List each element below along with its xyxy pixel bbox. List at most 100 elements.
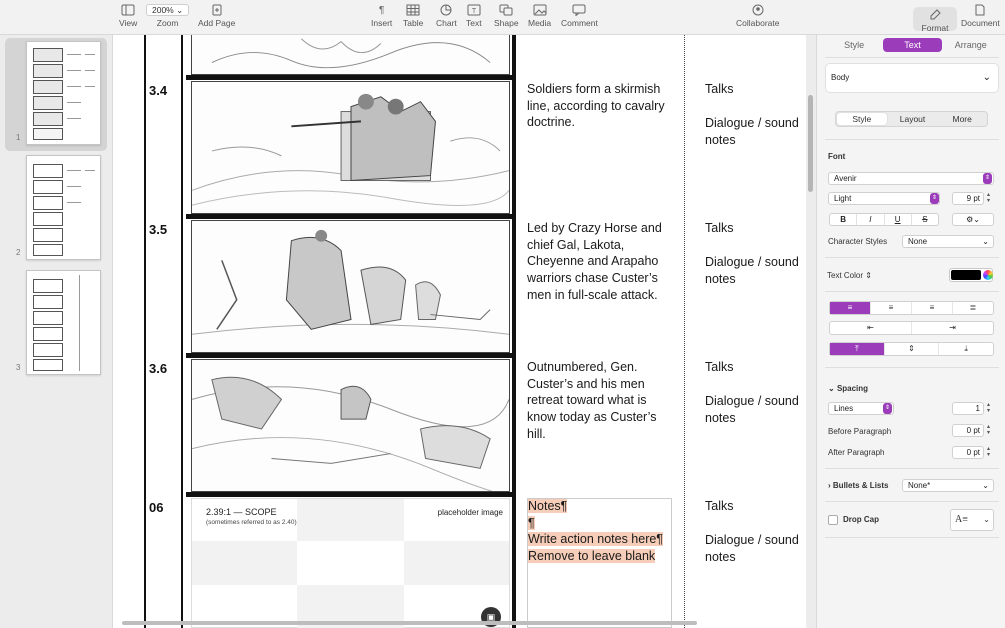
talks-label[interactable]: Talks [705,498,733,515]
chart-icon [439,4,453,16]
align-justify-icon[interactable]: ≣ [953,302,993,314]
chevron-down-icon: ⌄ [983,515,990,524]
dialogue-notes[interactable]: Dialogue / sound notes [705,532,815,565]
media-button[interactable]: Media [528,4,551,28]
align-top-icon[interactable]: ⤒ [830,343,885,355]
font-size-field[interactable]: 9 pt [952,192,984,205]
page-thumbnail-2[interactable] [26,155,101,260]
page-thumbnail-3[interactable] [26,270,101,375]
align-middle-icon[interactable]: ⇕ [885,343,940,355]
indent-controls: ⇤ ⇥ [829,321,994,335]
subtab-more[interactable]: More [937,112,987,126]
format-inspector: Style Text Arrange Body ⌄ Style Layout M… [816,35,1005,628]
bold-button[interactable]: B [830,214,858,225]
dialogue-notes[interactable]: Dialogue / sound notes [705,393,815,426]
character-styles-select[interactable]: None ⌄ [902,235,994,248]
document-button[interactable]: Document [961,4,1000,28]
zoom-value[interactable]: 200% ⌄ [146,4,190,16]
dialogue-notes[interactable]: Dialogue / sound notes [705,115,815,148]
font-heading: Font [828,152,846,161]
before-paragraph-stepper[interactable]: ▴ ▾ [985,424,992,437]
page-number-3: 3 [16,363,21,372]
subtab-layout[interactable]: Layout [888,112,938,126]
notes-text[interactable]: Notes¶ ¶ Write action notes here¶ Remove… [528,498,664,565]
shape-button[interactable]: Shape [494,4,519,28]
text-button[interactable]: T Text [466,4,482,28]
text-box-icon: T [467,4,481,16]
text-options-button[interactable]: ⚙⌄ [952,213,994,226]
decrease-indent-icon[interactable]: ⇤ [830,322,912,334]
vertical-scrollbar[interactable] [808,95,813,192]
frame-separator [186,214,514,219]
table-button[interactable]: Table [403,4,423,28]
strikethrough-button[interactable]: S [912,214,938,225]
updown-chevron-icon[interactable]: ⇕ [983,173,992,184]
color-wheel-icon[interactable] [983,270,993,280]
view-button[interactable]: View [119,4,137,28]
increase-indent-icon[interactable]: ⇥ [912,322,993,334]
notes-line-2: ¶ [528,515,535,530]
after-paragraph-stepper[interactable]: ▴ ▾ [985,446,992,459]
italic-button[interactable]: I [857,214,885,225]
insert-button[interactable]: ¶ Insert [371,4,392,29]
tab-text[interactable]: Text [883,38,942,52]
align-right-icon[interactable]: ≡ [912,302,953,314]
storyboard-frame-3-4[interactable] [191,81,510,214]
font-weight-select[interactable]: Light [828,192,940,205]
font-family-select[interactable]: Avenir [828,172,994,185]
storyboard-page[interactable]: 3.4 Soldiers form a skirmish line, accor… [113,35,806,628]
talks-label[interactable]: Talks [705,81,733,98]
line-spacing-stepper[interactable]: ▴ ▾ [985,402,992,415]
shape-icon [499,4,513,16]
storyboard-frame-3-6[interactable] [191,359,510,492]
font-size-stepper[interactable]: ▴ ▾ [985,192,992,205]
drop-cap-icon: A≡ [955,514,968,525]
before-paragraph-field[interactable]: 0 pt [952,424,984,437]
align-left-icon[interactable]: ≡ [830,302,871,314]
collaborate-button[interactable]: Collaborate [736,4,779,28]
scene-description[interactable]: Soldiers form a skirmish line, according… [527,81,675,131]
align-center-icon[interactable]: ≡ [871,302,912,314]
talks-label[interactable]: Talks [705,220,733,237]
paragraph-style-selector[interactable]: Body ⌄ [825,63,999,93]
column-divider [512,35,516,628]
after-paragraph-label: After Paragraph [828,448,885,457]
text-color-well[interactable] [949,268,993,282]
line-spacing-field[interactable]: 1 [952,402,984,415]
zoom-control[interactable]: 200% ⌄ Zoom [146,4,190,28]
bullets-lists-select[interactable]: None* ⌄ [902,479,994,492]
spacing-heading[interactable]: ⌄ Spacing [828,384,868,393]
page-thumbnail-1[interactable] [26,41,101,145]
comment-button[interactable]: Comment [561,4,598,28]
add-page-button[interactable]: Add Page [198,4,235,28]
tab-style[interactable]: Style [825,38,883,52]
dialogue-notes[interactable]: Dialogue / sound notes [705,254,815,287]
placeholder-label: placeholder image [437,508,503,517]
drop-cap-style-select[interactable]: A≡ ⌄ [950,509,994,531]
drop-cap-checkbox[interactable] [828,515,838,525]
updown-chevron-icon[interactable]: ⇕ [883,403,892,414]
pilcrow-icon: ¶ [378,4,385,16]
text-color-label[interactable]: Text Color ⇕ [827,271,872,280]
chart-button[interactable]: Chart [436,4,457,28]
disclosure-closed-icon: › [828,481,831,490]
talks-label[interactable]: Talks [705,359,733,376]
scene-description[interactable]: Outnumbered, Gen. Custer’s and his men r… [527,359,675,443]
notes-line-4: Remove to leave blank [528,549,656,564]
underline-button[interactable]: U [885,214,912,225]
storyboard-frame-partial[interactable] [191,35,510,75]
after-paragraph-field[interactable]: 0 pt [952,446,984,459]
bullets-lists-heading[interactable]: › Bullets & Lists [828,481,888,490]
scene-description[interactable]: Led by Crazy Horse and chief Gal, Lakota… [527,220,675,304]
placeholder-image-frame[interactable]: 2.39:1 — SCOPE (sometimes referred to as… [191,498,510,628]
tab-arrange[interactable]: Arrange [942,38,1000,52]
horizontal-alignment: ≡ ≡ ≡ ≣ [829,301,994,315]
document-canvas[interactable]: 3.4 Soldiers form a skirmish line, accor… [113,35,816,628]
horizontal-scrollbar[interactable] [122,621,697,625]
subtab-style[interactable]: Style [837,113,887,125]
updown-chevron-icon[interactable]: ⇕ [930,193,939,204]
storyboard-frame-3-5[interactable] [191,220,510,353]
notes-line-1: Notes¶ [528,499,568,513]
format-button[interactable]: Format [913,7,957,33]
align-bottom-icon[interactable]: ⤓ [939,343,993,355]
